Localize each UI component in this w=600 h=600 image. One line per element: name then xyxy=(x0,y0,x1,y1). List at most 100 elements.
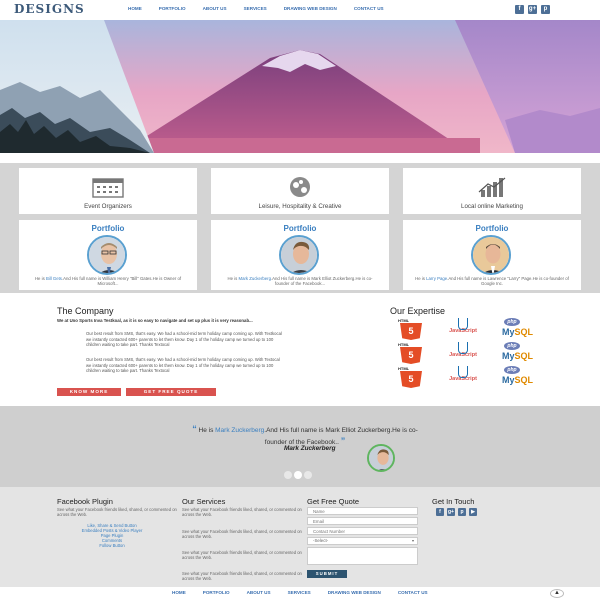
nav-drawing-web-design[interactable]: DRAWING WEB DESIGN xyxy=(284,6,337,11)
portfolio-card-2[interactable]: Portfolio He is Mark Zuckerberg.And His … xyxy=(211,220,389,290)
person-link[interactable]: Bill Gets xyxy=(46,276,62,281)
footer-link[interactable]: Follow Button xyxy=(72,543,152,548)
company-subtitle: We at Uno Sports Inva Testkoal, as it is… xyxy=(57,318,253,323)
nav-contact-us[interactable]: CONTACT US xyxy=(398,590,428,595)
person-link[interactable]: Larry Page xyxy=(426,276,447,281)
portfolio-title[interactable]: Portfolio xyxy=(211,224,389,233)
testimonial-author: Mark Zuckerberg xyxy=(284,445,336,452)
pinterest-icon[interactable]: p xyxy=(458,508,466,516)
select-dropdown[interactable]: -Select- ▾ xyxy=(307,537,418,545)
nav-about-us[interactable]: ABOUT US xyxy=(203,6,227,11)
html5-badge: 5 xyxy=(400,323,422,340)
portfolio-card-1[interactable]: Portfolio He is Bill Gets.And His full n… xyxy=(19,220,197,290)
mysql-label: MySQL xyxy=(502,375,533,385)
service-card-event[interactable]: Event Organizers xyxy=(19,168,197,214)
know-more-button[interactable]: KNOW MORE xyxy=(57,388,121,396)
cup-icon xyxy=(458,318,468,330)
javascript-logo: JavaScript xyxy=(444,318,482,340)
portfolio-card-3[interactable]: Portfolio He is Larry Page.And His full … xyxy=(403,220,581,290)
service-card-leisure[interactable]: Leisure, Hospitality & Creative xyxy=(211,168,389,214)
javascript-logo: JavaScript xyxy=(444,366,482,388)
contact-number-field[interactable] xyxy=(307,527,418,535)
php-mysql-logo: php MySQL xyxy=(502,366,540,388)
facebook-plugin-text: See what your Facebook friends liked, sh… xyxy=(57,507,177,518)
services-text: See what your Facebook friends liked, sh… xyxy=(182,550,302,561)
text-fragment: He is xyxy=(415,276,427,281)
site-logo[interactable]: DESIGNS xyxy=(14,2,85,16)
testimonial-dot[interactable] xyxy=(284,471,292,479)
text-fragment: .And His full name is Lawrence "Larry" P… xyxy=(447,276,569,287)
quote-close-icon: ” xyxy=(340,436,346,446)
nav-contact-us[interactable]: CONTACT US xyxy=(354,6,384,11)
javascript-logo: JavaScript xyxy=(444,342,482,364)
html5-badge: 5 xyxy=(400,347,422,364)
main-nav: HOME PORTFOLIO ABOUT US SERVICES DRAWING… xyxy=(128,6,401,11)
service-label: Local online Marketing xyxy=(461,203,523,210)
submit-button[interactable]: SUBMIT xyxy=(307,570,347,578)
service-card-marketing[interactable]: Local online Marketing xyxy=(403,168,581,214)
cup-icon xyxy=(458,366,468,378)
mysql-my: My xyxy=(502,351,515,361)
testimonial-dot[interactable] xyxy=(304,471,312,479)
name-field[interactable] xyxy=(307,507,418,515)
portfolio-title[interactable]: Portfolio xyxy=(19,224,197,233)
google-plus-icon[interactable]: g+ xyxy=(528,5,537,14)
hero-slider[interactable] xyxy=(0,20,600,153)
php-badge: php xyxy=(504,366,520,374)
avatar xyxy=(367,444,395,472)
person-link[interactable]: Mark Zuckerberg xyxy=(239,276,271,281)
html5-badge: 5 xyxy=(400,371,422,388)
nav-about-us[interactable]: ABOUT US xyxy=(247,590,271,595)
text-fragment: .And His full name is William Henry "Bil… xyxy=(61,276,182,287)
chart-icon xyxy=(478,177,506,197)
pinterest-icon[interactable]: p xyxy=(541,5,550,14)
portfolio-text: He is Mark Zuckerberg.And His full name … xyxy=(221,276,379,287)
portfolio-text: He is Bill Gets.And His full name is Wil… xyxy=(29,276,187,287)
calendar-icon xyxy=(92,178,124,198)
portfolio-title[interactable]: Portfolio xyxy=(403,224,581,233)
facebook-icon[interactable]: f xyxy=(515,5,524,14)
expertise-title: Our Expertise xyxy=(390,306,446,316)
html5-caption: HTML xyxy=(398,342,410,347)
service-label: Event Organizers xyxy=(84,203,132,210)
html5-caption: HTML xyxy=(398,318,410,323)
html5-logo: HTML 5 xyxy=(394,342,432,364)
email-field[interactable] xyxy=(307,517,418,525)
text-fragment: He is xyxy=(198,427,216,434)
avatar xyxy=(471,235,511,275)
footer-nav: HOME PORTFOLIO ABOUT US SERVICES DRAWING… xyxy=(172,590,445,595)
mysql-my: My xyxy=(502,375,515,385)
get-free-quote-button[interactable]: GET FREE QUOTE xyxy=(126,388,216,396)
nav-home[interactable]: HOME xyxy=(172,590,186,595)
company-title: The Company xyxy=(57,306,114,316)
cup-icon xyxy=(458,342,468,354)
php-mysql-logo: php MySQL xyxy=(502,318,540,340)
nav-drawing-web-design[interactable]: DRAWING WEB DESIGN xyxy=(328,590,381,595)
php-badge: php xyxy=(504,342,520,350)
nav-services[interactable]: SERVICES xyxy=(288,590,311,595)
expertise-grid: HTML 5 JavaScript php MySQL HTML 5 JavaS… xyxy=(394,318,554,390)
header-social: f g+ p xyxy=(515,5,550,14)
nav-portfolio[interactable]: PORTFOLIO xyxy=(203,590,230,595)
message-textarea[interactable] xyxy=(307,547,418,565)
facebook-plugin-title: Facebook Plugin xyxy=(57,497,113,506)
nav-services[interactable]: SERVICES xyxy=(244,6,267,11)
facebook-icon[interactable]: f xyxy=(436,508,444,516)
quote-open-icon: “ xyxy=(192,424,197,434)
nav-home[interactable]: HOME xyxy=(128,6,142,11)
company-paragraph: Our best result from SMS, that's easy. W… xyxy=(86,357,280,374)
html5-logo: HTML 5 xyxy=(394,318,432,340)
nav-portfolio[interactable]: PORTFOLIO xyxy=(159,6,186,11)
services-text: See what your Facebook friends liked, sh… xyxy=(182,571,302,582)
scroll-to-top-icon[interactable]: ▲ xyxy=(550,589,564,598)
chevron-down-icon: ▾ xyxy=(411,538,414,543)
testimonial-dot[interactable] xyxy=(294,471,302,479)
person-link[interactable]: Mark Zuckerberg xyxy=(215,427,264,434)
mysql-label: MySQL xyxy=(502,351,533,361)
google-plus-icon[interactable]: g+ xyxy=(447,508,455,516)
mysql-sql: SQL xyxy=(514,375,534,385)
youtube-icon[interactable]: ▶ xyxy=(469,508,477,516)
services-text: See what your Facebook friends liked, sh… xyxy=(182,507,302,518)
text-fragment: He is xyxy=(227,276,239,281)
php-badge: php xyxy=(504,318,520,326)
